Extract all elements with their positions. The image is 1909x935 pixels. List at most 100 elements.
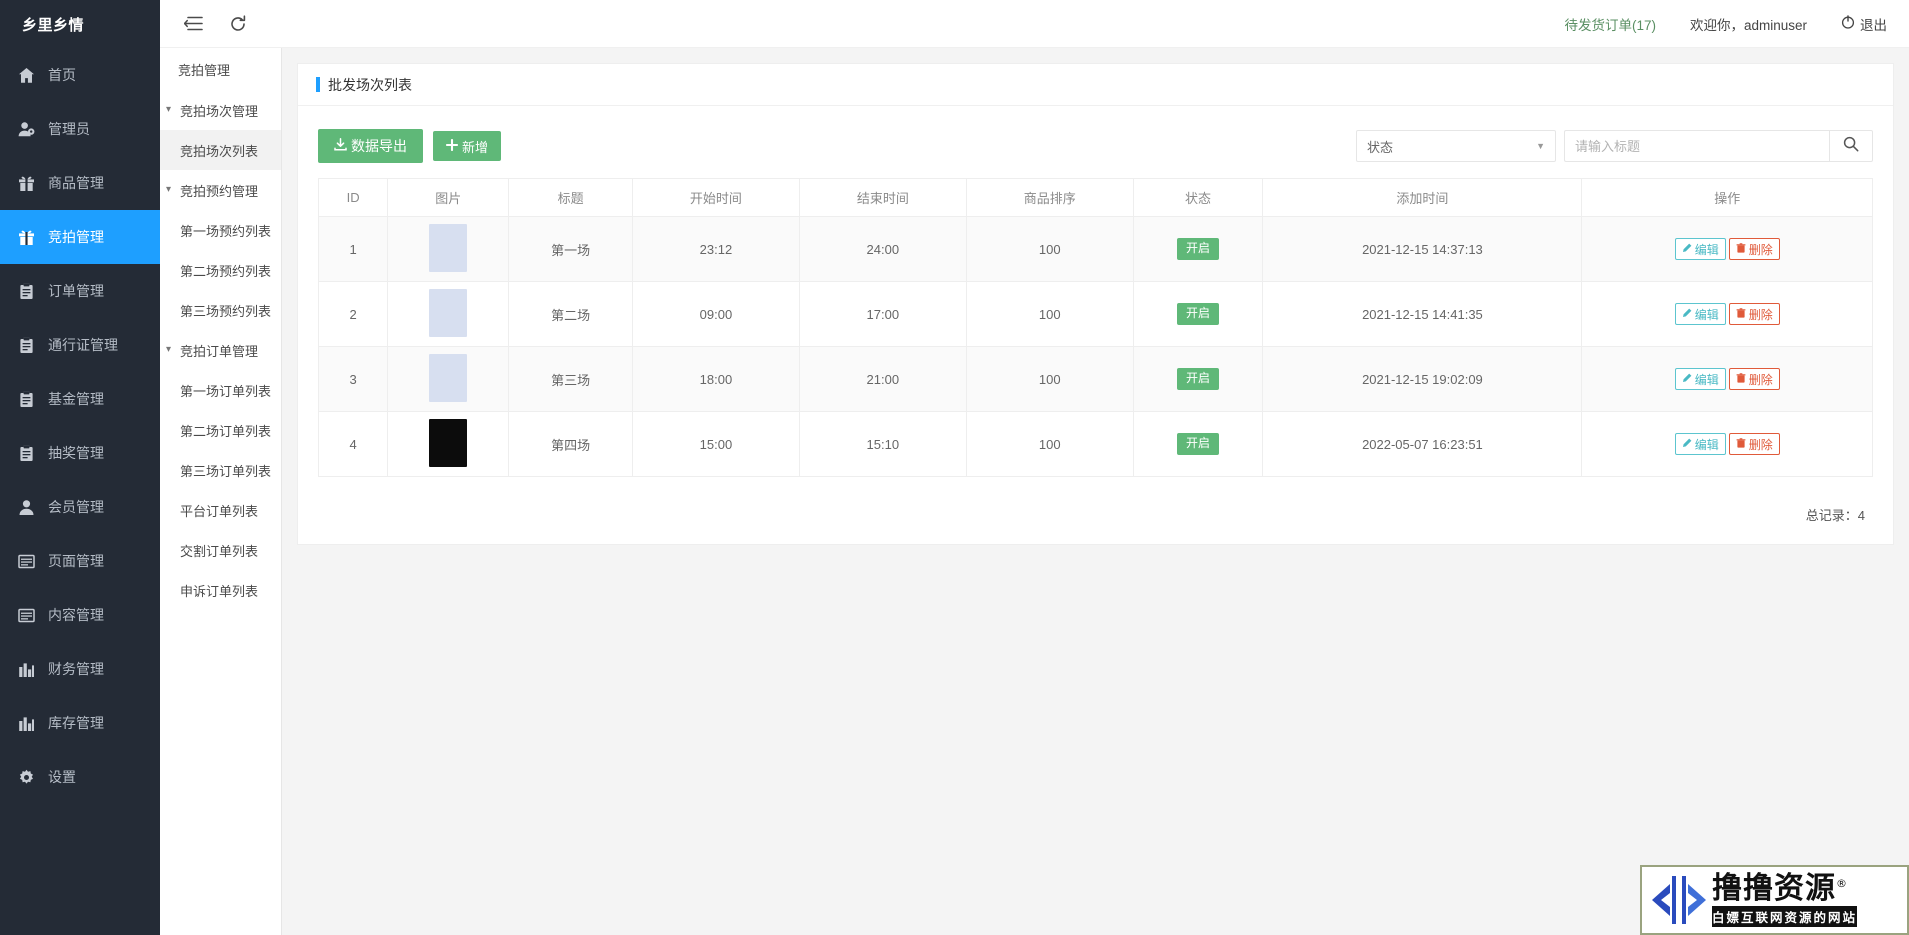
sidebar-item-0[interactable]: 首页	[0, 48, 160, 102]
cell-start-time: 18:00	[631, 346, 800, 412]
welcome-text: 欢迎你，adminuser	[1689, 17, 1807, 33]
search-button[interactable]	[1829, 130, 1873, 162]
export-button[interactable]: 数据导出	[318, 129, 423, 163]
sidebar-item-12[interactable]: 库存管理	[0, 696, 160, 750]
column-header-1: 图片	[387, 178, 510, 217]
delete-button[interactable]: 删除	[1728, 303, 1780, 325]
row-thumbnail[interactable]	[429, 353, 468, 402]
sidebar-item-label: 竞拍管理	[48, 229, 104, 245]
gift-icon	[18, 229, 44, 246]
subnav-item-11[interactable]: 交割订单列表	[160, 530, 281, 570]
subnav-group-0[interactable]: ▾ 竞拍场次管理	[160, 90, 281, 130]
table-head: ID 图片 标题 开始时间 结束时间 商品排序 状态 添加时间 操作	[317, 178, 1873, 217]
trash-icon	[1736, 307, 1746, 321]
watermark-title: 撸撸资源®	[1712, 873, 1857, 905]
edit-button[interactable]: 编辑	[1674, 238, 1726, 260]
cell-id: 2	[317, 281, 389, 347]
subnav-item-4[interactable]: 第二场预约列表	[160, 250, 281, 290]
subnav-group-6[interactable]: ▾ 竞拍订单管理	[160, 330, 281, 370]
sidebar-item-7[interactable]: 抽奖管理	[0, 426, 160, 480]
row-thumbnail[interactable]	[429, 288, 468, 337]
subnav-item-label: 第二场订单列表	[180, 423, 272, 439]
sidebar-item-label: 抽奖管理	[48, 445, 104, 461]
sidebar-item-5[interactable]: 通行证管理	[0, 318, 160, 372]
subnav-item-label: 第二场预约列表	[180, 263, 272, 279]
edit-button[interactable]: 编辑	[1674, 368, 1726, 390]
sidebar-item-label: 基金管理	[48, 391, 104, 407]
subnav-item-8[interactable]: 第二场订单列表	[160, 410, 281, 450]
app-root: 乡里乡情 首页 管理员 商品管理 竞拍管理 订单管理 通行证管理 基金管理 抽奖管理 会员管理页…	[0, 0, 1909, 935]
search-icon	[1843, 136, 1859, 157]
cell-end-time: 21:00	[798, 346, 967, 412]
subnav-item-10[interactable]: 平台订单列表	[160, 490, 281, 530]
trash-icon	[1736, 372, 1746, 386]
edit-label: 编辑	[1694, 437, 1719, 452]
delete-button[interactable]: 删除	[1728, 368, 1780, 390]
subnav-item-1[interactable]: 竞拍场次列表	[160, 130, 281, 170]
cell-added-time: 2021-12-15 19:02:09	[1262, 346, 1583, 412]
cell-image	[387, 411, 510, 477]
edit-button[interactable]: 编辑	[1674, 303, 1726, 325]
pencil-icon	[1682, 242, 1692, 256]
delete-button[interactable]: 删除	[1728, 433, 1780, 455]
sidebar-item-9[interactable]: 页面管理	[0, 534, 160, 588]
refresh-icon[interactable]	[229, 14, 247, 33]
status-filter-select[interactable]: 状态 ▼	[1356, 130, 1556, 162]
sidebar-item-1[interactable]: 管理员	[0, 102, 160, 156]
cell-title: 第三场	[508, 346, 633, 412]
cell-actions: 编辑 删除	[1581, 281, 1873, 347]
cell-start-time: 15:00	[631, 411, 800, 477]
clipboard-icon	[18, 445, 44, 462]
sidebar-item-2[interactable]: 商品管理	[0, 156, 160, 210]
cell-actions: 编辑 删除	[1581, 346, 1873, 412]
subnav-group-label: 竞拍订单管理	[180, 343, 259, 359]
status-badge: 开启	[1177, 433, 1220, 455]
watermark-title-text: 撸撸资源	[1712, 871, 1836, 907]
pencil-icon	[1682, 437, 1692, 451]
subnav-group-2[interactable]: ▾ 竞拍预约管理	[160, 170, 281, 210]
row-thumbnail[interactable]	[429, 418, 468, 467]
cell-image	[387, 346, 510, 412]
cell-sort: 100	[965, 346, 1134, 412]
pending-orders-link[interactable]: 待发货订单(17)	[1564, 14, 1656, 34]
subnav-item-3[interactable]: 第一场预约列表	[160, 210, 281, 250]
subnav-list: ▾ 竞拍场次管理 竞拍场次列表 ▾ 竞拍预约管理 第一场预约列表第二场预约列表第三场预约列…	[160, 90, 281, 610]
subnav-item-12[interactable]: 申诉订单列表	[160, 570, 281, 610]
chart-icon	[18, 661, 44, 678]
cell-added-time: 2022-05-07 16:23:51	[1262, 411, 1583, 477]
hamburger-collapse-icon[interactable]	[184, 16, 203, 31]
cell-end-time: 15:10	[798, 411, 967, 477]
sidebar-item-10[interactable]: 内容管理	[0, 588, 160, 642]
sidebar-item-label: 管理员	[48, 121, 90, 137]
gear-icon	[18, 769, 44, 786]
delete-label: 删除	[1748, 437, 1773, 452]
sidebar-item-8[interactable]: 会员管理	[0, 480, 160, 534]
export-label: 数据导出	[351, 138, 407, 154]
sidebar-item-13[interactable]: 设置	[0, 750, 160, 804]
add-button[interactable]: 新增	[433, 131, 502, 161]
subnav-group-label: 竞拍场次管理	[180, 103, 259, 119]
cell-sort: 100	[965, 281, 1134, 347]
cell-end-time: 17:00	[798, 281, 967, 347]
toolbar-right: 状态 ▼	[1356, 130, 1873, 162]
subnav-title: 竞拍管理	[178, 62, 231, 78]
subnav-group-label: 竞拍预约管理	[180, 183, 259, 199]
column-header-2: 标题	[508, 178, 633, 217]
subnav-item-9[interactable]: 第三场订单列表	[160, 450, 281, 490]
delete-button[interactable]: 删除	[1728, 238, 1780, 260]
row-thumbnail[interactable]	[429, 223, 468, 272]
search-input[interactable]	[1564, 130, 1829, 162]
user-gear-icon	[18, 121, 44, 138]
edit-button[interactable]: 编辑	[1674, 433, 1726, 455]
cell-sort: 100	[965, 411, 1134, 477]
sidebar-item-3[interactable]: 竞拍管理	[0, 210, 160, 264]
column-header-5: 商品排序	[965, 178, 1134, 217]
logout-button[interactable]: 退出	[1841, 14, 1887, 34]
sidebar-item-11[interactable]: 财务管理	[0, 642, 160, 696]
sidebar-item-4[interactable]: 订单管理	[0, 264, 160, 318]
cell-sort: 100	[965, 216, 1134, 282]
subnav-item-7[interactable]: 第一场订单列表	[160, 370, 281, 410]
subnav-item-5[interactable]: 第三场预约列表	[160, 290, 281, 330]
sidebar-item-6[interactable]: 基金管理	[0, 372, 160, 426]
delete-label: 删除	[1748, 242, 1773, 257]
